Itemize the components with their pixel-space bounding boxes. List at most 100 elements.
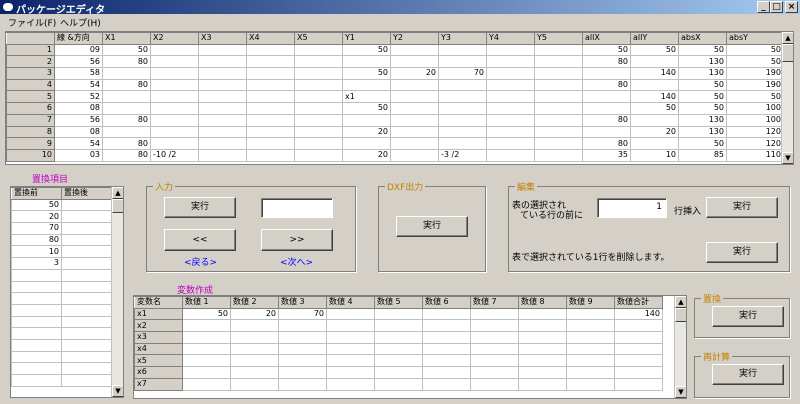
table-cell[interactable] — [11, 315, 62, 329]
table-cell[interactable] — [102, 102, 151, 115]
table-cell[interactable] — [294, 55, 343, 69]
table-cell[interactable]: 08 — [54, 102, 103, 115]
table-row[interactable]: 80 — [11, 233, 112, 247]
main-column-header[interactable]: Y5 — [534, 32, 583, 45]
table-row[interactable]: 9 54 80 80 50 120 — [6, 137, 784, 150]
table-row[interactable]: x4 — [134, 342, 663, 356]
table-cell[interactable] — [630, 113, 679, 127]
table-cell[interactable] — [61, 315, 112, 329]
row-header[interactable]: 3 — [6, 67, 55, 80]
table-cell[interactable] — [582, 102, 631, 115]
table-row[interactable]: 5 52 x1 140 50 50 — [6, 90, 784, 104]
table-cell[interactable] — [198, 67, 247, 80]
main-grid[interactable]: 線 &方向 X1 X2 X3 X4 X5 Y1 Y2 Y3 Y4 Y5 allX allY absX abs… — [5, 31, 794, 165]
table-cell[interactable]: 50 — [726, 55, 784, 69]
table-cell[interactable] — [614, 331, 663, 344]
table-cell[interactable] — [278, 319, 327, 333]
table-row[interactable]: 7 56 80 80 130 100 — [6, 113, 784, 127]
table-cell[interactable] — [486, 125, 535, 139]
table-cell[interactable] — [150, 78, 199, 92]
variable-name-cell[interactable]: x6 — [134, 366, 183, 379]
main-column-header[interactable]: allX — [582, 32, 631, 45]
table-cell[interactable]: 140 — [630, 67, 679, 80]
row-header[interactable]: 6 — [6, 102, 55, 115]
table-cell[interactable]: 85 — [678, 148, 727, 162]
table-cell[interactable] — [11, 292, 62, 305]
main-column-header[interactable] — [6, 32, 55, 45]
table-row[interactable] — [11, 268, 112, 282]
table-cell[interactable] — [61, 280, 112, 294]
table-cell[interactable]: 10 — [11, 245, 62, 259]
recalc-exec-button[interactable]: 実行 — [712, 364, 784, 385]
table-cell[interactable] — [518, 342, 567, 356]
table-cell[interactable]: 50 — [630, 102, 679, 115]
table-cell[interactable]: 80 — [582, 113, 631, 127]
variables-column-header[interactable]: 数値合計 — [614, 296, 663, 309]
table-cell[interactable]: 50 — [726, 90, 784, 104]
table-cell[interactable] — [102, 67, 151, 80]
table-cell[interactable] — [150, 43, 199, 57]
table-row[interactable] — [11, 338, 112, 352]
table-cell[interactable] — [534, 90, 583, 104]
table-cell[interactable] — [278, 331, 327, 344]
table-cell[interactable]: 80 — [102, 55, 151, 69]
table-cell[interactable]: 50 — [342, 67, 391, 80]
table-row[interactable]: 2 56 80 80 130 50 — [6, 55, 784, 69]
table-cell[interactable] — [614, 366, 663, 379]
variables-column-header[interactable]: 数値 9 — [566, 296, 615, 309]
table-cell[interactable] — [534, 67, 583, 80]
table-cell[interactable]: 140 — [630, 90, 679, 104]
table-cell[interactable] — [326, 377, 375, 391]
table-cell[interactable] — [230, 377, 279, 391]
table-cell[interactable] — [61, 210, 112, 224]
scroll-down-icon[interactable]: ▼ — [675, 386, 686, 398]
variables-column-header[interactable]: 数値 1 — [182, 296, 231, 309]
main-column-header[interactable]: 線 &方向 — [54, 32, 103, 45]
table-cell[interactable] — [150, 125, 199, 139]
table-cell[interactable] — [61, 292, 112, 305]
table-cell[interactable] — [374, 331, 423, 344]
table-cell[interactable] — [422, 354, 471, 368]
table-cell[interactable] — [534, 137, 583, 150]
table-cell[interactable] — [470, 307, 519, 321]
table-cell[interactable] — [11, 374, 62, 387]
table-cell[interactable] — [11, 338, 62, 352]
table-cell[interactable] — [182, 319, 231, 333]
table-cell[interactable] — [278, 354, 327, 368]
table-cell[interactable] — [198, 43, 247, 57]
table-cell[interactable]: 80 — [11, 233, 62, 247]
table-cell[interactable] — [534, 78, 583, 92]
table-cell[interactable] — [294, 113, 343, 127]
table-cell[interactable] — [326, 366, 375, 379]
main-column-header[interactable]: X4 — [246, 32, 295, 45]
row-header[interactable]: 9 — [6, 137, 55, 150]
table-cell[interactable] — [102, 90, 151, 104]
table-cell[interactable] — [246, 55, 295, 69]
table-cell[interactable]: 80 — [582, 78, 631, 92]
back-button[interactable]: << — [164, 229, 236, 251]
table-cell[interactable] — [470, 342, 519, 356]
table-cell[interactable]: 20 — [11, 210, 62, 224]
scroll-up-icon[interactable]: ▲ — [112, 187, 123, 199]
variable-name-cell[interactable]: x7 — [134, 377, 183, 391]
table-cell[interactable] — [486, 78, 535, 92]
table-cell[interactable] — [150, 67, 199, 80]
scroll-up-icon[interactable]: ▲ — [782, 32, 793, 44]
table-cell[interactable]: 10 — [630, 148, 679, 162]
table-row[interactable]: 6 08 50 50 50 100 — [6, 102, 784, 115]
table-cell[interactable]: 50 — [582, 43, 631, 57]
scroll-down-icon[interactable]: ▼ — [112, 385, 123, 397]
table-cell[interactable] — [518, 366, 567, 379]
table-cell[interactable] — [11, 327, 62, 340]
row-header[interactable]: 7 — [6, 113, 55, 127]
table-cell[interactable] — [278, 377, 327, 391]
variables-column-header[interactable]: 数値 3 — [278, 296, 327, 309]
table-cell[interactable] — [198, 102, 247, 115]
table-cell[interactable] — [390, 137, 439, 150]
table-cell[interactable]: 80 — [582, 55, 631, 69]
table-cell[interactable] — [230, 342, 279, 356]
table-cell[interactable] — [294, 78, 343, 92]
table-row[interactable]: 50 — [11, 198, 112, 212]
table-row[interactable]: x7 — [134, 377, 663, 391]
scroll-thumb[interactable] — [675, 308, 686, 322]
